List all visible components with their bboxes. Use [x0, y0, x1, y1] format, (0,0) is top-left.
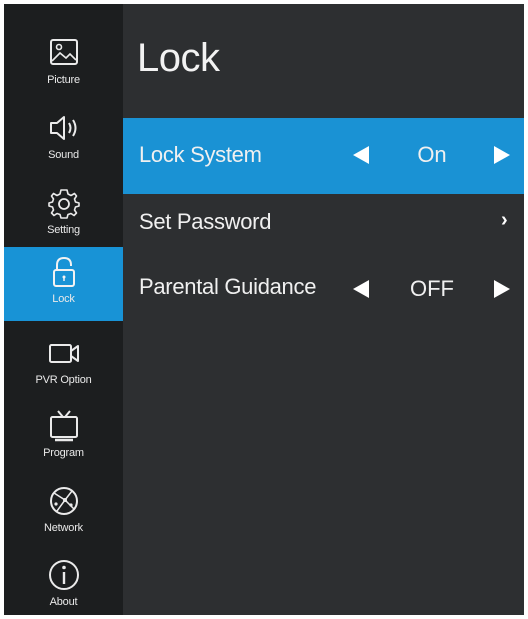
tv-menu-frame: Picture Sound Setting Lock PVR Option Pr… [4, 4, 524, 615]
menu-row-lock-system[interactable]: Lock System On [123, 118, 524, 194]
sidebar: Picture Sound Setting Lock PVR Option Pr… [4, 4, 123, 615]
info-icon [48, 560, 79, 590]
sidebar-item-label: Setting [47, 224, 80, 236]
lock-icon [52, 256, 75, 287]
row-value: OFF [410, 276, 454, 301]
picture-icon [49, 39, 78, 65]
page-title: Lock [137, 36, 220, 80]
sidebar-item-picture[interactable]: Picture [4, 28, 123, 102]
sidebar-item-label: Picture [47, 74, 80, 86]
sidebar-item-setting[interactable]: Setting [4, 178, 123, 252]
menu-row-set-password[interactable]: Set Password › [123, 194, 524, 270]
sidebar-item-label: About [49, 596, 78, 608]
sidebar-item-label: Network [44, 522, 83, 534]
row-label: Set Password [139, 209, 272, 234]
tv-icon [49, 410, 78, 442]
globe-icon [49, 487, 78, 515]
main-panel: Lock Lock System On Set Password › Paren… [123, 4, 524, 615]
sidebar-item-label: Program [43, 447, 84, 459]
chevron-right-icon: › [501, 209, 508, 231]
sidebar-item-network[interactable]: Network [4, 476, 123, 550]
sidebar-item-lock[interactable]: Lock [4, 247, 123, 321]
arrow-right-icon[interactable] [494, 280, 510, 298]
sidebar-item-program[interactable]: Program [4, 401, 123, 475]
sidebar-item-about[interactable]: About [4, 550, 123, 615]
row-label: Parental Guidance [139, 274, 317, 299]
gear-icon [47, 189, 80, 219]
arrow-right-icon[interactable] [494, 146, 510, 164]
arrow-left-icon[interactable] [353, 146, 369, 164]
sidebar-item-label: Lock [52, 293, 75, 305]
sidebar-item-sound[interactable]: Sound [4, 103, 123, 177]
speaker-icon [49, 116, 76, 140]
row-value: On [417, 142, 447, 167]
sidebar-item-label: Sound [48, 149, 79, 161]
sidebar-item-pvr-option[interactable]: PVR Option [4, 328, 123, 402]
sidebar-item-label: PVR Option [35, 374, 92, 386]
camera-icon [48, 344, 79, 363]
row-label: Lock System [139, 142, 262, 167]
menu-row-parental-guidance[interactable]: Parental Guidance OFF [123, 262, 524, 338]
arrow-left-icon[interactable] [353, 280, 369, 298]
